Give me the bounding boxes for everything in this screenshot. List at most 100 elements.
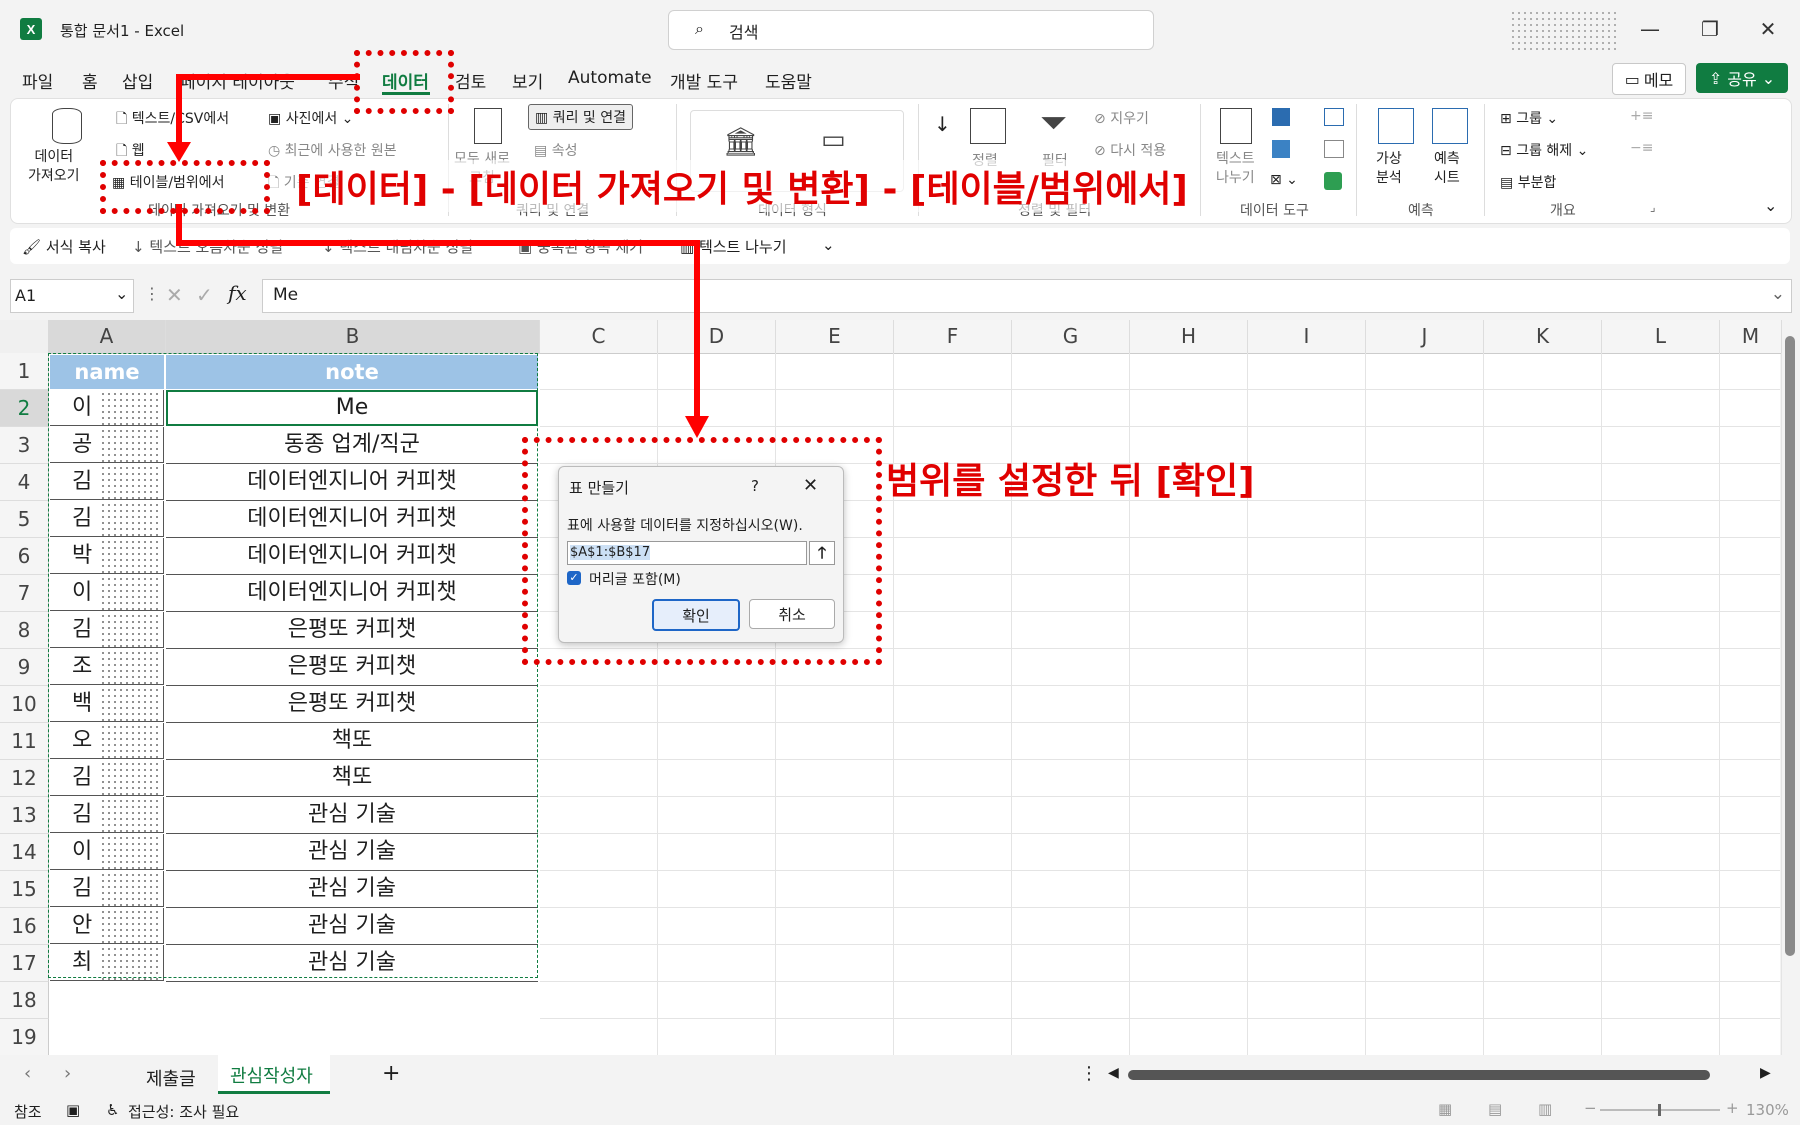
collapse-ribbon-icon[interactable]: ⌄: [1764, 196, 1777, 215]
more-options-icon[interactable]: ⋮: [144, 284, 160, 303]
clear-filter-button[interactable]: ⊘ 지우기: [1094, 108, 1149, 128]
note-cell[interactable]: 은평또 커피챗: [166, 612, 538, 649]
note-cell[interactable]: 책또: [166, 723, 538, 760]
name-box[interactable]: A1 ⌄: [10, 279, 134, 313]
queries-connections-button[interactable]: ▥ 쿼리 및 연결: [528, 104, 633, 130]
note-cell[interactable]: 관심 기술: [166, 945, 538, 982]
more-sheets-icon[interactable]: ⋮: [1080, 1063, 1098, 1084]
text-to-columns-button[interactable]: 텍스트 나누기: [1216, 150, 1255, 188]
row-header[interactable]: 7: [0, 575, 49, 612]
row-header[interactable]: 6: [0, 538, 49, 575]
ungroup-button[interactable]: ⊟ 그룹 해제 ⌄: [1500, 140, 1588, 160]
column-header[interactable]: C: [540, 320, 658, 354]
note-cell[interactable]: 데이터엔지니어 커피챗: [166, 538, 538, 575]
zoom-level[interactable]: 130%: [1746, 1101, 1789, 1119]
note-cell[interactable]: 은평또 커피챗: [166, 649, 538, 686]
search-input[interactable]: ⌕ 검색: [668, 10, 1154, 50]
dialog-launcher-icon[interactable]: ⌟: [1650, 200, 1656, 214]
column-header[interactable]: M: [1720, 320, 1782, 354]
expand-formula-icon[interactable]: ⌄: [1771, 284, 1785, 304]
note-cell[interactable]: 동종 업계/직군: [166, 427, 538, 464]
hide-detail-icon[interactable]: −≡: [1630, 140, 1653, 156]
column-header[interactable]: K: [1484, 320, 1602, 354]
table-header-cell[interactable]: note: [166, 355, 538, 389]
row-header[interactable]: 12: [0, 760, 49, 797]
note-cell[interactable]: 관심 기술: [166, 797, 538, 834]
row-header[interactable]: 3: [0, 427, 49, 464]
tab-insert[interactable]: 삽입: [122, 68, 153, 93]
enter-icon[interactable]: ✓: [196, 283, 213, 307]
tab-review[interactable]: 검토: [455, 68, 486, 93]
row-header[interactable]: 14: [0, 834, 49, 871]
column-header[interactable]: E: [776, 320, 894, 354]
hscroll-right-icon[interactable]: ▶: [1760, 1065, 1771, 1081]
hscroll-left-icon[interactable]: ◀: [1108, 1065, 1119, 1081]
show-detail-icon[interactable]: +≡: [1630, 108, 1653, 124]
row-header[interactable]: 8: [0, 612, 49, 649]
zoom-slider[interactable]: [1600, 1104, 1720, 1116]
row-header[interactable]: 11: [0, 723, 49, 760]
row-header[interactable]: 9: [0, 649, 49, 686]
column-header[interactable]: J: [1366, 320, 1484, 354]
recent-sources-button[interactable]: ◷ 최근에 사용한 원본: [268, 140, 397, 160]
note-cell[interactable]: 데이터엔지니어 커피챗: [166, 575, 538, 612]
page-break-view-icon[interactable]: ▥: [1538, 1100, 1552, 1118]
row-header[interactable]: 1: [0, 353, 49, 390]
from-picture-button[interactable]: ▣ 사진에서 ⌄: [268, 108, 353, 128]
column-header[interactable]: B: [166, 320, 540, 354]
row-header[interactable]: 5: [0, 501, 49, 538]
row-header[interactable]: 4: [0, 464, 49, 501]
vertical-scrollbar[interactable]: [1782, 320, 1798, 1055]
note-cell[interactable]: 은평또 커피챗: [166, 686, 538, 723]
column-header[interactable]: L: [1602, 320, 1720, 354]
row-header[interactable]: 10: [0, 686, 49, 723]
remove-duplicates-icon[interactable]: [1272, 140, 1290, 158]
sheet-tab-submissions[interactable]: 제출글: [146, 1065, 196, 1091]
maximize-button[interactable]: ❐: [1690, 14, 1730, 44]
note-cell[interactable]: 데이터엔지니어 커피챗: [166, 501, 538, 538]
close-button[interactable]: ✕: [1748, 14, 1788, 44]
note-cell[interactable]: 관심 기술: [166, 871, 538, 908]
group-button[interactable]: ⊞ 그룹 ⌄: [1500, 108, 1558, 128]
sheet-tab-interest-authors[interactable]: 관심작성자: [230, 1062, 313, 1088]
column-header[interactable]: F: [894, 320, 1012, 354]
consolidate-icon[interactable]: [1324, 108, 1344, 126]
zoom-in-icon[interactable]: +: [1726, 1099, 1739, 1117]
sort-az-icon[interactable]: ↓: [934, 112, 951, 136]
add-sheet-button[interactable]: +: [382, 1061, 400, 1086]
macro-record-icon[interactable]: ▣: [66, 1101, 80, 1119]
scroll-right-icon[interactable]: ›: [64, 1063, 71, 1084]
data-model-icon[interactable]: [1324, 172, 1342, 190]
customize-quick-icon[interactable]: ⌄: [822, 236, 835, 254]
account-area[interactable]: [1510, 10, 1620, 52]
note-cell[interactable]: Me: [166, 390, 538, 426]
horizontal-scroll-thumb[interactable]: [1128, 1070, 1710, 1080]
forecast-sheet-button[interactable]: 예측 시트: [1434, 150, 1460, 188]
column-header[interactable]: I: [1248, 320, 1366, 354]
formula-input[interactable]: Me ⌄: [262, 279, 1792, 313]
what-if-analysis-button[interactable]: 가상 분석: [1376, 150, 1402, 188]
zoom-out-icon[interactable]: −: [1584, 1099, 1597, 1117]
note-cell[interactable]: 관심 기술: [166, 908, 538, 945]
page-layout-view-icon[interactable]: ▤: [1488, 1100, 1502, 1118]
vertical-scroll-thumb[interactable]: [1785, 336, 1795, 956]
tab-developer[interactable]: 개발 도구: [670, 68, 738, 93]
properties-button[interactable]: ▤ 속성: [534, 140, 577, 160]
zoom-slider-thumb[interactable]: [1658, 1104, 1661, 1116]
text-csv-button[interactable]: 🗋 텍스트/CSV에서: [116, 108, 229, 132]
subtotal-button[interactable]: ▤ 부분합: [1500, 172, 1556, 192]
cancel-icon[interactable]: ✕: [166, 283, 183, 307]
get-data-button[interactable]: 데이터 가져오기: [28, 148, 80, 186]
minimize-button[interactable]: —: [1630, 14, 1670, 44]
note-cell[interactable]: 데이터엔지니어 커피챗: [166, 464, 538, 501]
tab-automate[interactable]: Automate: [568, 68, 652, 88]
column-header[interactable]: A: [48, 320, 166, 354]
table-header-cell[interactable]: name: [50, 355, 164, 389]
note-cell[interactable]: 책또: [166, 760, 538, 797]
row-header[interactable]: 2: [0, 390, 49, 427]
data-validation-icon[interactable]: ⊠ ⌄: [1270, 172, 1298, 188]
tab-file[interactable]: 파일: [22, 68, 53, 93]
share-button[interactable]: ⇪ 공유 ⌄: [1696, 63, 1788, 93]
tab-help[interactable]: 도움말: [765, 68, 812, 93]
reapply-button[interactable]: ⊘ 다시 적용: [1094, 140, 1166, 160]
